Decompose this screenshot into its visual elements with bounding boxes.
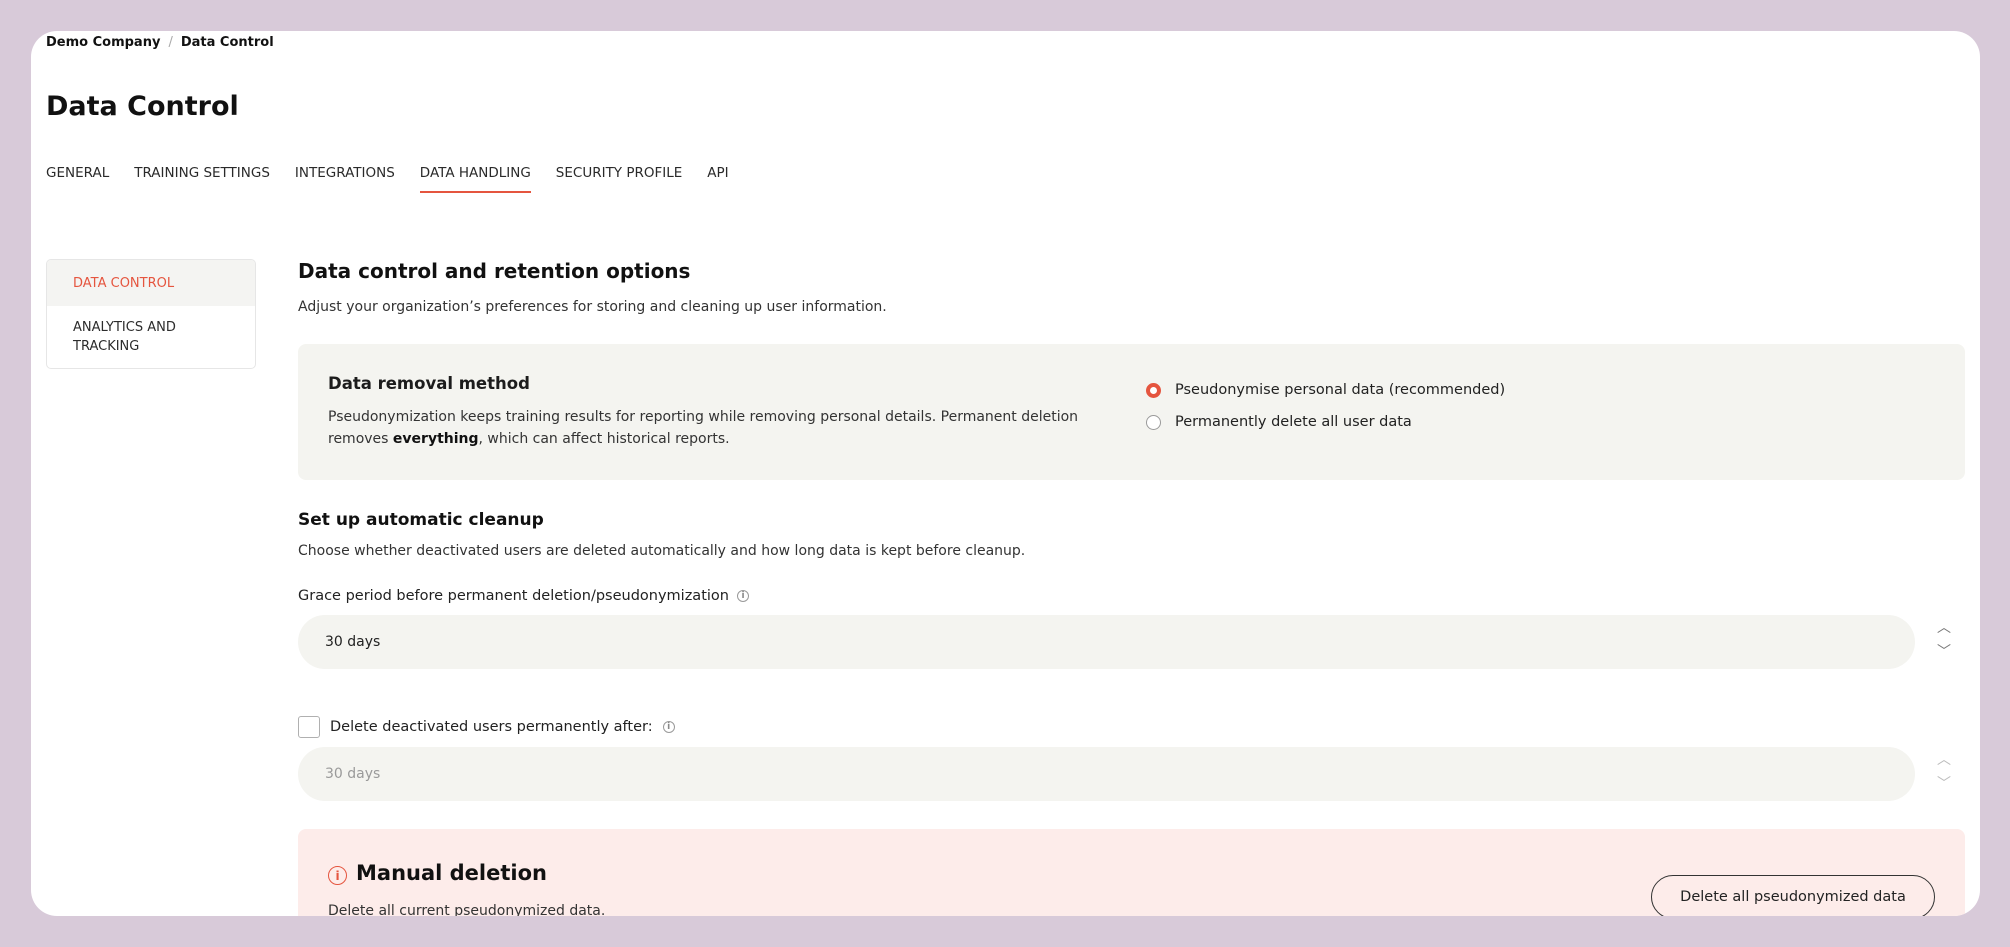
removal-desc-text-2: , which can affect historical reports.	[478, 431, 730, 447]
info-icon[interactable]: i	[736, 590, 749, 602]
chevron-down-icon[interactable]: ﹀	[1934, 773, 1954, 793]
info-icon[interactable]: i	[662, 721, 675, 733]
removal-description: Pseudonymization keeps training results …	[328, 406, 1138, 450]
page-title: Data Control	[46, 91, 239, 122]
tab-security-profile[interactable]: SECURITY PROFILE	[556, 165, 683, 193]
tab-api[interactable]: API	[707, 165, 728, 193]
manual-deletion-description: Delete all current pseudonymized data.	[328, 903, 606, 916]
warning-icon: i	[328, 866, 347, 885]
breadcrumb-current: Data Control	[180, 35, 274, 50]
grace-period-label-text: Grace period before permanent deletion/p…	[298, 588, 729, 604]
breadcrumb-separator: /	[168, 35, 173, 50]
subnav-item-analytics-tracking[interactable]: ANALYTICS AND TRACKING	[47, 306, 255, 366]
radio-button-selected[interactable]	[1146, 382, 1161, 398]
tab-training-settings[interactable]: TRAINING SETTINGS	[134, 165, 270, 193]
chevron-up-icon[interactable]: ︿	[1934, 617, 1954, 637]
tab-bar: GENERAL TRAINING SETTINGS INTEGRATIONS D…	[46, 165, 729, 193]
removal-title: Data removal method	[328, 374, 530, 393]
radio-label: Permanently delete all user data	[1175, 414, 1412, 430]
radio-button[interactable]	[1146, 414, 1161, 430]
section-description: Adjust your organization’s preferences f…	[298, 299, 887, 315]
settings-subnav: DATA CONTROL ANALYTICS AND TRACKING	[46, 259, 256, 369]
radio-label: Pseudonymise personal data (recommended)	[1175, 382, 1506, 398]
breadcrumb-company[interactable]: Demo Company	[46, 35, 160, 50]
delete-deactivated-label: Delete deactivated users permanently aft…	[330, 719, 653, 735]
removal-desc-bold: everything	[392, 431, 479, 447]
tab-integrations[interactable]: INTEGRATIONS	[295, 165, 395, 193]
delete-deactivated-checkbox[interactable]	[298, 716, 320, 738]
chevron-up-icon[interactable]: ︿	[1934, 749, 1954, 769]
tab-data-handling[interactable]: DATA HANDLING	[419, 165, 531, 193]
data-removal-card: Data removal method Pseudonymization kee…	[298, 344, 1965, 480]
section-title: Data control and retention options	[298, 259, 691, 283]
removal-radio-group: Pseudonymise personal data (recommended)…	[1146, 382, 1505, 446]
grace-period-label: Grace period before permanent deletion/p…	[298, 588, 749, 604]
app-frame: Demo Company / Data Control Data Control…	[31, 31, 1980, 916]
cleanup-description: Choose whether deactivated users are del…	[298, 543, 1026, 559]
tab-general[interactable]: GENERAL	[46, 165, 109, 193]
manual-deletion-title: Manual deletion	[356, 861, 547, 885]
subnav-item-data-control[interactable]: DATA CONTROL	[47, 260, 255, 306]
cleanup-title: Set up automatic cleanup	[298, 510, 544, 530]
grace-period-stepper[interactable]: 30 days	[298, 615, 1915, 669]
delete-pseudonymized-button[interactable]: Delete all pseudonymized data	[1651, 875, 1935, 916]
delete-after-stepper[interactable]: 30 days	[298, 747, 1915, 801]
delete-deactivated-row: Delete deactivated users permanently aft…	[298, 716, 675, 738]
breadcrumb: Demo Company / Data Control	[46, 35, 274, 50]
radio-option-pseudonymise[interactable]: Pseudonymise personal data (recommended)	[1146, 382, 1505, 398]
manual-deletion-card: i Manual deletion Delete all current pse…	[298, 829, 1965, 916]
radio-option-delete[interactable]: Permanently delete all user data	[1146, 414, 1505, 430]
chevron-down-icon[interactable]: ﹀	[1934, 641, 1954, 661]
